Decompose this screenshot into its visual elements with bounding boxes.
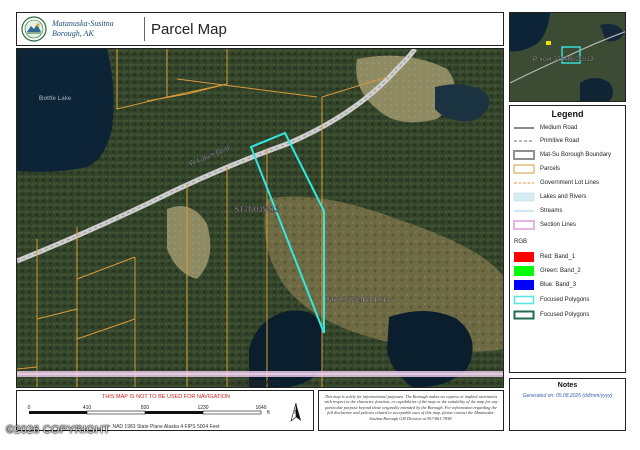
aerial-imagery: Bottle Lake W Lakes Blvd S17N04W13 S17N0…: [17, 49, 503, 388]
medium-road-line-icon: [514, 127, 534, 129]
borough-name-line2: Borough, AK: [52, 29, 94, 38]
borough-name: Matanuska-Susitna Borough, AK: [52, 19, 140, 39]
focused-polygon-dark-icon: [513, 310, 535, 320]
map-sheet: Matanuska-Susitna Borough, AK Parcel Map: [0, 0, 640, 450]
lakes-box-icon: [513, 192, 535, 202]
bottle-lake: [17, 49, 114, 172]
legend-item-band-green: Green: Band_2: [513, 266, 581, 276]
scale-unit: ft: [267, 410, 270, 416]
scale-tick-4: 1640: [255, 405, 266, 411]
borough-name-line1: Matanuska-Susitna: [52, 19, 114, 28]
legend-item-primitive-road: Primitive Road: [513, 136, 579, 146]
legend-item-focused-polygon-cyan: Focused Polygons: [513, 295, 589, 305]
green-band-swatch-icon: [514, 266, 534, 276]
legend-item-band-red: Red: Band_1: [513, 252, 575, 262]
page-title: Parcel Map: [151, 20, 227, 38]
legend-item-borough-boundary: Mat-Su Borough Boundary: [513, 150, 611, 160]
notes-title: Notes: [557, 382, 578, 389]
north-arrow-icon: N: [290, 402, 301, 422]
section-line-band: [17, 371, 503, 377]
copyright-watermark: ©2026 COPYRIGHT: [6, 424, 111, 436]
overview-parcel-label: Parcel 5754B02L013: [533, 56, 594, 63]
parcel-label: Parcel 5754B02L013: [325, 297, 390, 304]
blue-band-swatch-icon: [514, 280, 534, 290]
overview-map[interactable]: Parcel 5754B02L013: [509, 12, 626, 102]
map-header: Matanuska-Susitna Borough, AK Parcel Map: [16, 12, 504, 46]
notes-panel: Notes Generated on: 05.08.2026 (dd/mm/yy…: [509, 378, 626, 431]
borough-logo-icon: [21, 16, 47, 42]
government-lot-dashed-line-icon: [514, 182, 534, 184]
scale-tick-2: 820: [141, 405, 150, 411]
legend-item-section-lines: Section Lines: [513, 220, 576, 230]
main-map-view[interactable]: Bottle Lake W Lakes Blvd S17N04W13 S17N0…: [16, 48, 504, 388]
scale-tick-0: 0: [28, 405, 31, 411]
navigation-warning: THIS MAP IS NOT TO BE USED FOR NAVIGATIO…: [101, 394, 231, 400]
disclaimer-text: This map is solely for informational pur…: [324, 394, 498, 421]
red-band-swatch-icon: [514, 252, 534, 262]
rgb-heading: RGB: [514, 239, 528, 245]
scale-tick-3: 1230: [197, 405, 208, 411]
scale-tick-1: 410: [83, 405, 92, 411]
legend-title: Legend: [551, 109, 584, 119]
legend-item-government-lot-lines: Government Lot Lines: [513, 178, 599, 188]
header-divider: [144, 17, 145, 41]
lake-label: Bottle Lake: [39, 96, 72, 102]
borough-boundary-box-icon: [513, 150, 535, 160]
legend-item-streams: Streams: [513, 206, 562, 216]
disclaimer-panel: This map is solely for informational pur…: [318, 390, 504, 431]
scale-bar: 0 410 820 1230 1640 ft: [28, 405, 271, 416]
section-lines-box-icon: [513, 220, 535, 230]
notes-text: Generated on: 05.08.2026 (dd/mm/yyyy): [522, 393, 613, 399]
overview-imagery: Parcel 5754B02L013: [510, 13, 625, 101]
legend-item-lakes-rivers: Lakes and Rivers: [513, 192, 586, 202]
parcel-box-icon: [513, 164, 535, 174]
north-label: N: [294, 410, 298, 416]
legend-item-medium-road: Medium Road: [513, 123, 577, 133]
legend-item-band-blue: Blue: Band_3: [513, 280, 576, 290]
section-label-center: S17N04W13: [234, 205, 280, 214]
legend-panel: Legend Medium Road Primitive Road Mat-Su…: [509, 105, 626, 373]
legend-item-focused-polygon-dark: Focused Polygons: [513, 310, 589, 320]
section-label-bottom: S17N04W24: [235, 379, 281, 388]
focused-polygon-cyan-icon: [513, 295, 535, 305]
streams-line-icon: [514, 210, 534, 212]
primitive-road-dashed-line-icon: [514, 140, 534, 142]
legend-item-parcels: Parcels: [513, 164, 560, 174]
